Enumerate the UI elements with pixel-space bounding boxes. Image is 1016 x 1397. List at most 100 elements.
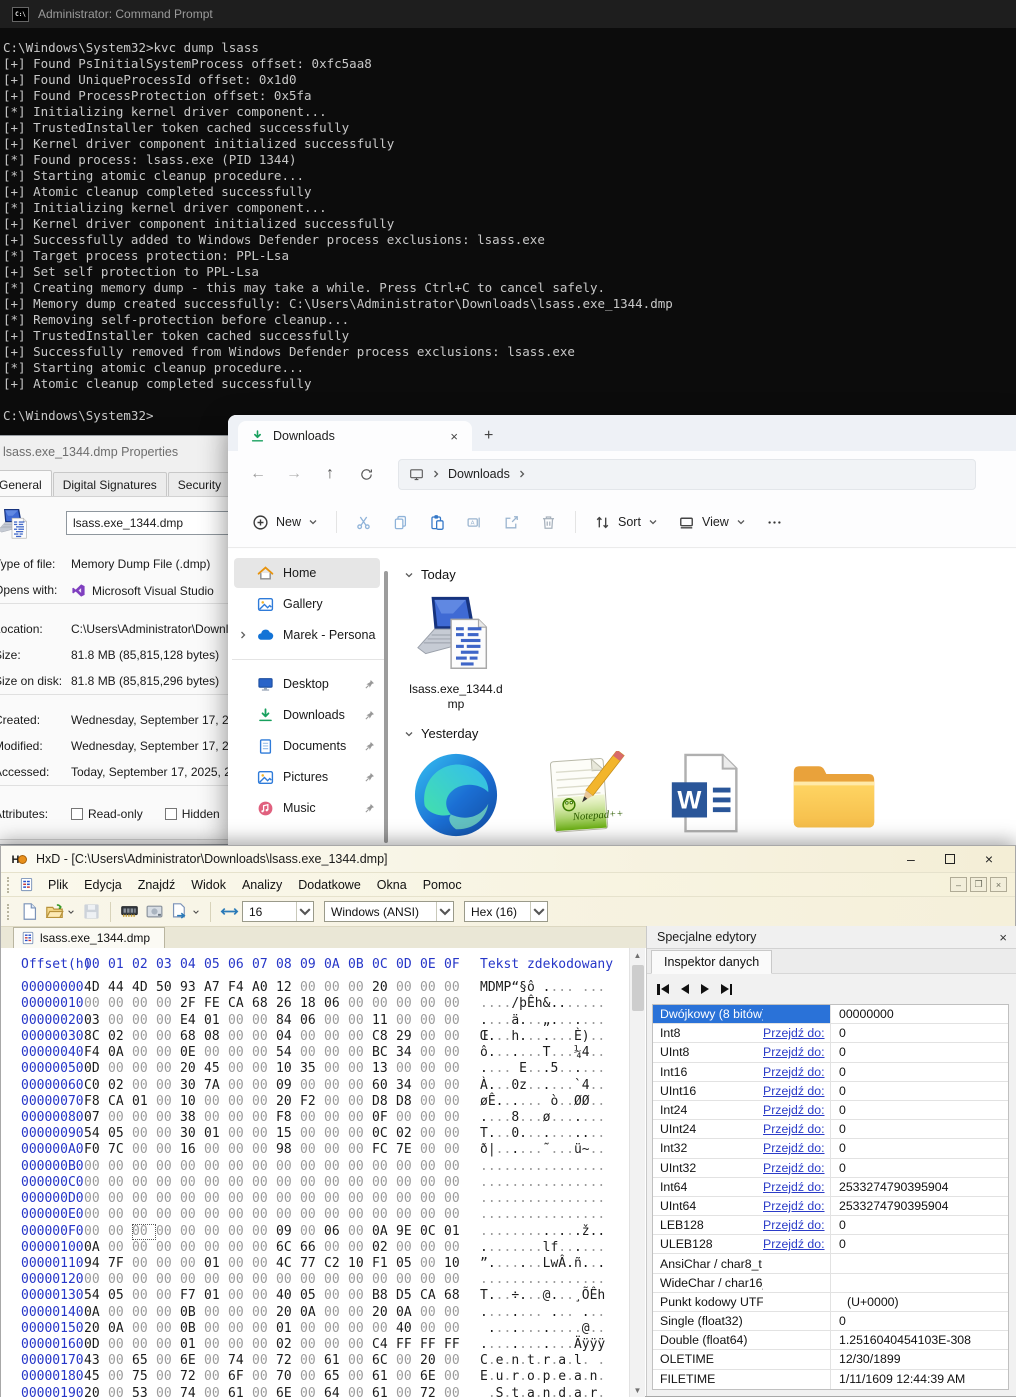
sidebar-item-documents[interactable]: Documents — [234, 731, 380, 761]
inspector-row-leb128[interactable]: LEB128Przejdź do:0 — [653, 1216, 1008, 1235]
hex-text[interactable]: ..../þÊh&....... — [480, 996, 605, 1012]
chevron-right-icon[interactable] — [238, 630, 248, 640]
menu-edycja[interactable]: Edycja — [76, 875, 130, 895]
sidebar-item-home[interactable]: Home — [234, 558, 380, 588]
hex-row[interactable]: 0000002003000000E40100008406000011000000… — [1, 1013, 629, 1029]
minimize-button[interactable]: – — [907, 851, 915, 867]
hex-row[interactable]: 0000019020005300740061006E00640061007200… — [1, 1386, 629, 1397]
hex-row[interactable]: 000000F00000000000000000090006000A9E0C01… — [1, 1224, 629, 1240]
tab-security[interactable]: Security — [168, 472, 231, 499]
filename-field[interactable] — [66, 511, 234, 535]
hex-row[interactable]: 00000150200A00000B0000000100000000400000… — [1, 1321, 629, 1337]
menu-dodatkowe[interactable]: Dodatkowe — [290, 875, 369, 895]
offset-base-select[interactable]: Hex (16) — [464, 901, 548, 922]
hex-row[interactable]: 000001804500750072006F007000650061006E00… — [1, 1369, 629, 1385]
hex-bytes[interactable]: 20005300740061006E00640061007200 — [84, 1386, 468, 1397]
hex-row[interactable]: 00000040F40A00000E00000054000000BC340000… — [1, 1045, 629, 1061]
hex-text[interactable]: À...0z......`4.. — [480, 1078, 605, 1094]
sidebar-item-desktop[interactable]: Desktop — [234, 669, 380, 699]
menu-widok[interactable]: Widok — [183, 875, 234, 895]
inspector-value[interactable]: 0 — [830, 1235, 1008, 1253]
hex-row[interactable]: 000000B000000000000000000000000000000000… — [1, 1159, 629, 1175]
inspector-value[interactable]: 0 — [830, 1024, 1008, 1042]
inspector-value[interactable]: 1.2516040454103E-308 — [830, 1331, 1008, 1349]
cmd-titlebar[interactable]: C:\ Administrator: Command Prompt — [0, 0, 1016, 28]
inspector-row-uint8[interactable]: UInt8Przejdź do:0 — [653, 1043, 1008, 1062]
tab-digital-signatures[interactable]: Digital Signatures — [53, 472, 167, 499]
mdi-minimize-button[interactable]: – — [950, 877, 967, 892]
hex-bytes[interactable]: 0000000000000000090006000A9E0C01 — [84, 1224, 468, 1240]
encoding-select[interactable]: Windows (ANSI) — [324, 901, 454, 922]
dropdown-arrow-icon[interactable] — [67, 908, 75, 916]
export-icon[interactable] — [170, 902, 189, 921]
hex-row[interactable]: 00000110947F0000000100004C77C210F1050010… — [1, 1256, 629, 1272]
inspector-row-oletime[interactable]: OLETIME12/30/1899 — [653, 1350, 1008, 1369]
inspector-value[interactable]: 0 — [830, 1043, 1008, 1061]
hex-text[interactable]: ................ — [480, 1175, 605, 1191]
new-file-icon[interactable] — [20, 902, 39, 921]
inspector-value[interactable]: 12/30/1899 — [830, 1350, 1008, 1368]
inspector-value[interactable]: 1/11/1609 12:44:39 AM — [830, 1370, 1008, 1389]
mdi-close-button[interactable]: × — [990, 877, 1007, 892]
rename-button[interactable]: A — [456, 505, 493, 539]
scrollbar-thumb[interactable] — [632, 965, 644, 1011]
inspector-row-uint16[interactable]: UInt16Przejdź do:0 — [653, 1082, 1008, 1101]
hex-row[interactable]: 00000170430065006E007400720061006C002000… — [1, 1353, 629, 1369]
previous-byte-button[interactable] — [681, 984, 689, 994]
hex-text[interactable]: ........lf...... — [480, 1240, 605, 1256]
hex-bytes[interactable]: 0A000000000000006C66000002000000 — [84, 1240, 468, 1256]
hex-text[interactable]: øÊ...... ò..ØØ.. — [480, 1094, 605, 1110]
paste-button[interactable] — [419, 505, 456, 539]
sidebar-item-gallery[interactable]: Gallery — [234, 589, 380, 619]
hex-text[interactable]: E.u.r.o.p.e.a.n. — [480, 1369, 605, 1385]
group-header-today[interactable]: Today — [404, 567, 1016, 582]
goto-link[interactable]: Przejdź do: — [763, 1045, 830, 1059]
hex-row[interactable]: 000000E000000000000000000000000000000000… — [1, 1207, 629, 1223]
goto-link[interactable]: Przejdź do: — [763, 1122, 830, 1136]
inspector-row-dw-jkowy-8-bit-w[interactable]: Dwójkowy (8 bitów)00000000 — [653, 1005, 1008, 1024]
goto-link[interactable]: Przejdź do: — [763, 1084, 830, 1098]
maximize-button[interactable] — [945, 854, 955, 864]
open-file-icon[interactable] — [45, 902, 64, 921]
hex-bytes[interactable]: 00000000000000000000000000000000 — [84, 1175, 468, 1191]
cut-button[interactable] — [345, 505, 382, 539]
inspector-row-double-float64[interactable]: Double (float64)1.2516040454103E-308 — [653, 1331, 1008, 1350]
dropdown-arrow-icon[interactable] — [192, 908, 200, 916]
inspector-row-int64[interactable]: Int64Przejdź do:2533274790395904 — [653, 1178, 1008, 1197]
hex-row[interactable]: 000000308C0200006808000004000000C8290000… — [1, 1029, 629, 1045]
checkbox-read-only[interactable]: Read-only — [71, 807, 143, 821]
inspector-value[interactable]: 0 — [830, 1120, 1008, 1138]
hex-text[interactable]: ............@.. — [480, 1321, 605, 1337]
hex-row[interactable]: 00000060C0020000307A00000900000060340000… — [1, 1078, 629, 1094]
explorer-tab-downloads[interactable]: Downloads × — [238, 421, 472, 451]
forward-button[interactable]: → — [276, 458, 312, 490]
hex-bytes[interactable]: F07C00001600000098000000FC7E0000 — [84, 1142, 468, 1158]
hex-bytes[interactable]: 5405000030010000150000000C020000 — [84, 1126, 468, 1142]
hex-bytes[interactable]: C0020000307A00000900000060340000 — [84, 1078, 468, 1094]
refresh-button[interactable] — [348, 458, 384, 490]
hex-bytes[interactable]: 00000000000000000000000000000000 — [84, 1207, 468, 1223]
hex-text[interactable]: ................ — [480, 1272, 605, 1288]
hex-row[interactable]: 00000010000000002FFECA682618060000000000… — [1, 996, 629, 1012]
goto-link[interactable]: Przejdź do: — [763, 1065, 830, 1079]
inspector-value[interactable]: 0 — [830, 1216, 1008, 1234]
hex-row[interactable]: 0000012000000000000000000000000000000000… — [1, 1272, 629, 1288]
hex-text[interactable]: ................ — [480, 1159, 605, 1175]
tab-close-icon[interactable]: × — [446, 429, 462, 444]
hex-bytes[interactable]: 0D0000000100000002000000C4FFFFFF — [84, 1337, 468, 1353]
hex-bytes[interactable]: 03000000E40100008406000011000000 — [84, 1013, 468, 1029]
hxd-titlebar[interactable]: H HxD - [C:\Users\Administrator\Download… — [1, 846, 1015, 872]
mdi-restore-button[interactable]: ❐ — [970, 877, 987, 892]
hex-row[interactable]: 000000A0F07C00001600000098000000FC7E0000… — [1, 1142, 629, 1158]
hex-row[interactable]: 000000D000000000000000000000000000000000… — [1, 1191, 629, 1207]
hex-bytes[interactable]: 54050000F701000040050000B8D5CA68 — [84, 1288, 468, 1304]
inspector-value[interactable] — [830, 1274, 1008, 1292]
up-button[interactable]: ↑ — [312, 458, 348, 490]
checkbox-hidden[interactable]: Hidden — [165, 807, 220, 821]
checkbox-icon[interactable] — [165, 808, 177, 820]
menu-plik[interactable]: Plik — [40, 875, 76, 895]
hex-text[interactable]: ....8...ø....... — [480, 1110, 605, 1126]
address-bar[interactable]: Downloads — [398, 459, 976, 490]
close-button[interactable]: × — [985, 851, 993, 867]
inspector-row-uint64[interactable]: UInt64Przejdź do:2533274790395904 — [653, 1197, 1008, 1216]
